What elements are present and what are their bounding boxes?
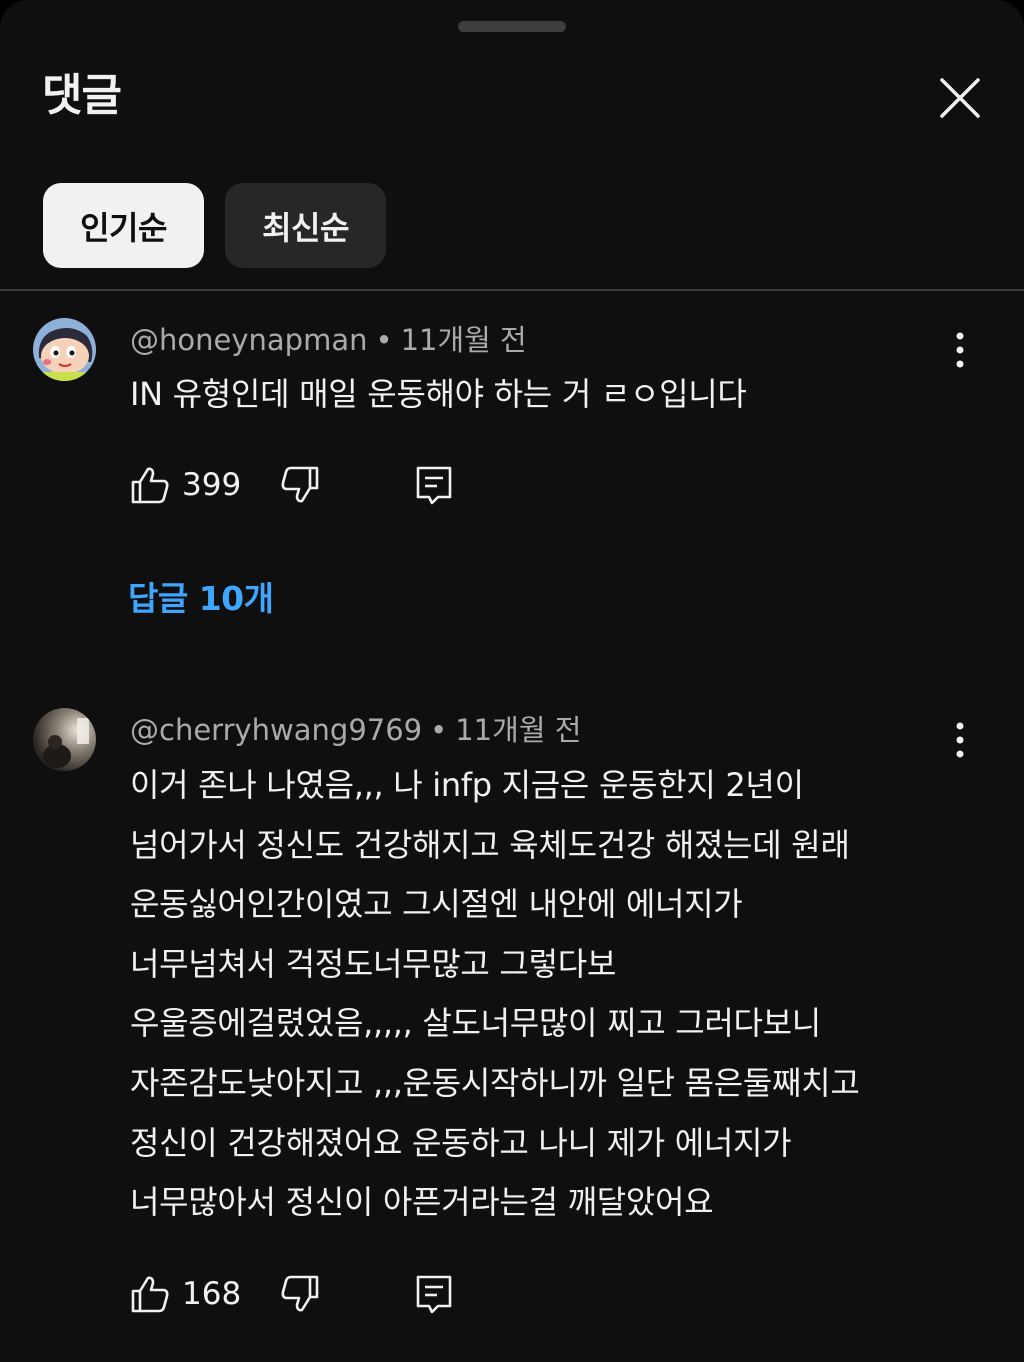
- comment-text-line: 우울증에걸렸었음,,,,, 살도너무많이 찌고 그러다보니: [130, 1004, 821, 1043]
- meta-separator: •: [375, 323, 393, 357]
- reply-comment-icon: [416, 466, 452, 505]
- view-replies-link[interactable]: 답글 10개: [128, 577, 274, 621]
- thumbs-down-icon: [281, 466, 319, 503]
- comment-meta: @honeynapman • 11개월 전: [130, 320, 527, 360]
- tab-newest[interactable]: 최신순: [225, 183, 386, 268]
- dislike-button[interactable]: [278, 463, 322, 507]
- sort-tabs: 인기순 최신순: [43, 183, 386, 268]
- comment-actions: 168: [128, 1272, 488, 1322]
- tab-popular[interactable]: 인기순: [43, 183, 204, 268]
- meta-separator: •: [430, 713, 448, 747]
- like-button[interactable]: [128, 463, 172, 507]
- photo-avatar-icon: [33, 708, 96, 771]
- tab-newest-label: 최신순: [262, 208, 349, 247]
- comment-text-line: 넘어가서 정신도 건강해지고 육체도건강 해졌는데 원래: [130, 825, 850, 864]
- reply-button[interactable]: [412, 1272, 456, 1316]
- comment-text: IN 유형인데 매일 운동해야 하는 거 ㄹㅇ입니다: [130, 365, 950, 425]
- sheet-title: 댓글: [42, 70, 122, 121]
- comment-text-line: 자존감도낮아지고 ,,,운동시작하니까 일단 몸은둘째치고: [130, 1063, 860, 1102]
- comment-text-line: 너무넘쳐서 걱정도너무많고 그렇다보: [130, 944, 616, 983]
- drag-handle[interactable]: [458, 21, 566, 32]
- dislike-button[interactable]: [278, 1272, 322, 1316]
- reply-comment-icon: [416, 1275, 452, 1314]
- avatar[interactable]: [33, 708, 96, 771]
- comment-time: 11개월 전: [400, 323, 527, 357]
- close-button[interactable]: [928, 66, 992, 130]
- cartoon-avatar-icon: [33, 318, 96, 381]
- header-divider: [0, 289, 1024, 291]
- comments-sheet: 댓글 인기순 최신순 @honeynapman • 11개월 전 IN 유형인데…: [0, 0, 1024, 1362]
- like-count: 168: [182, 1276, 242, 1312]
- comment-text: 이거 존나 나였음,,, 나 infp 지금은 운동한지 2년이 넘어가서 정신…: [130, 756, 950, 1233]
- comment-author[interactable]: @honeynapman: [130, 323, 367, 357]
- comment-meta: @cherryhwang9769 • 11개월 전: [130, 710, 581, 750]
- comment-author[interactable]: @cherryhwang9769: [130, 713, 422, 747]
- like-button[interactable]: [128, 1272, 172, 1316]
- thumbs-up-icon: [131, 467, 169, 504]
- comment-text-line: 이거 존나 나였음,,, 나 infp 지금은 운동한지 2년이: [130, 766, 804, 804]
- comment-actions: 399: [128, 463, 488, 513]
- close-icon: [940, 78, 980, 118]
- reply-button[interactable]: [412, 463, 456, 507]
- thumbs-up-icon: [131, 1276, 169, 1313]
- comment-text-line: 너무많아서 정신이 아픈거라는걸 깨달았어요: [130, 1183, 714, 1222]
- comment-text-line: IN 유형인데 매일 운동해야 하는 거 ㄹㅇ입니다: [130, 375, 747, 413]
- comment-text-line: 정신이 건강해졌어요 운동하고 나니 제가 에너지가: [130, 1123, 792, 1162]
- avatar[interactable]: [33, 318, 96, 381]
- like-count: 399: [182, 467, 242, 503]
- thumbs-down-icon: [281, 1275, 319, 1312]
- comment-text-line: 운동싫어인간이였고 그시절엔 내안에 에너지가: [130, 885, 743, 924]
- tab-popular-label: 인기순: [80, 208, 167, 247]
- comment-time: 11개월 전: [455, 713, 582, 747]
